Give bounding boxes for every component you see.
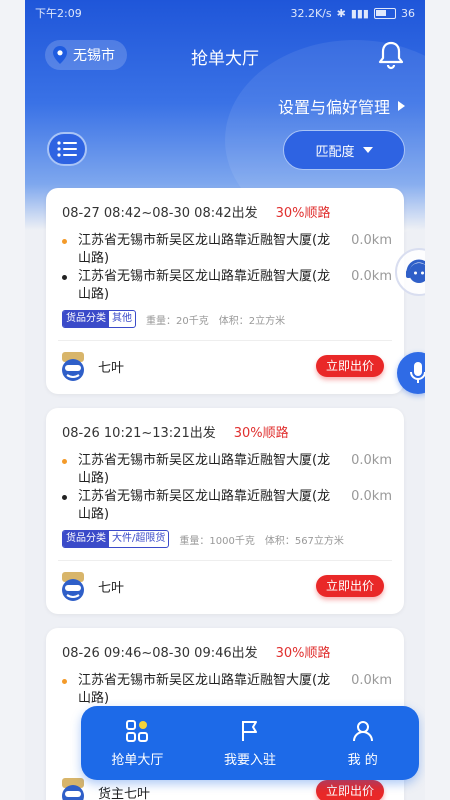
order-time-line: 08-26 10:21~13:21出发 30%顺路 xyxy=(62,422,289,441)
order-time-range: 08-26 09:46~08-30 09:46出发 xyxy=(62,646,258,661)
user-icon xyxy=(352,720,373,741)
avatar xyxy=(62,352,84,381)
owner-info: 七叶 xyxy=(58,350,124,382)
list-icon xyxy=(57,141,77,157)
order-time-range: 08-27 08:42~08-30 08:42出发 xyxy=(62,206,258,221)
dropoff-address: 江苏省无锡市新吴区龙山路靠近融智大厦(龙山路) 0.0km xyxy=(62,488,392,524)
cargo-weight: 重量：20千克 xyxy=(146,315,209,327)
status-time: 下午2:09 xyxy=(35,7,82,20)
pickup-distance: 0.0km xyxy=(351,673,392,688)
nav-label: 我 的 xyxy=(347,752,378,768)
order-card[interactable]: 08-26 10:21~13:21出发 30%顺路 江苏省无锡市新吴区龙山路靠近… xyxy=(46,408,404,614)
cargo-info: 货品分类 大件/超限货 重量：1000千克 体积：567立方米 xyxy=(62,530,344,548)
nav-label: 我要入驻 xyxy=(224,752,277,768)
pickup-address: 江苏省无锡市新吴区龙山路靠近融智大厦(龙山路) 0.0km xyxy=(62,452,392,488)
cargo-category-tag: 货品分类 其他 xyxy=(62,310,136,328)
pickup-address: 江苏省无锡市新吴区龙山路靠近融智大厦(龙山路) 0.0km xyxy=(62,232,392,268)
order-time-line: 08-27 08:42~08-30 08:42出发 30%顺路 xyxy=(62,202,331,221)
owner-name: 货主七叶 xyxy=(98,786,151,800)
battery-icon xyxy=(374,7,396,19)
cargo-info: 货品分类 其他 重量：20千克 体积：2立方米 xyxy=(62,310,285,328)
settings-link-label: 设置与偏好管理 xyxy=(277,98,390,117)
signal-icon: ▮▮▮ xyxy=(350,6,369,20)
headset-icon xyxy=(406,259,425,283)
route-match-percent: 30%顺路 xyxy=(233,426,289,441)
bluetooth-icon: ✱ xyxy=(336,6,346,20)
order-time-range: 08-26 10:21~13:21出发 xyxy=(62,426,216,441)
dropoff-distance: 0.0km xyxy=(351,489,392,504)
arrow-right-icon xyxy=(398,101,405,111)
chevron-down-icon xyxy=(362,147,373,153)
grid-icon xyxy=(126,719,149,742)
nav-profile[interactable]: 我 的 xyxy=(306,706,419,780)
pickup-dot-icon xyxy=(62,679,67,684)
list-view-button[interactable] xyxy=(47,132,87,166)
flag-icon xyxy=(242,720,257,741)
nav-grab-orders[interactable]: 抢单大厅 xyxy=(81,706,194,780)
page-title: 抢单大厅 xyxy=(191,49,259,69)
pickup-dot-icon xyxy=(62,239,67,244)
dropoff-dot-icon xyxy=(62,275,67,280)
owner-name: 七叶 xyxy=(98,360,125,376)
owner-info: 七叶 xyxy=(58,570,124,602)
bell-icon[interactable] xyxy=(377,40,405,70)
net-speed: 32.2K/s xyxy=(290,6,332,20)
bid-now-button[interactable]: 立即出价 xyxy=(316,780,384,800)
bid-now-button[interactable]: 立即出价 xyxy=(316,575,384,597)
pickup-address: 江苏省无锡市新吴区龙山路靠近融智大厦(龙山路) 0.0km xyxy=(62,672,392,708)
cargo-weight: 重量：1000千克 xyxy=(179,535,255,547)
order-time-line: 08-26 09:46~08-30 09:46出发 30%顺路 xyxy=(62,642,331,661)
divider xyxy=(58,340,392,341)
cargo-volume: 体积：2立方米 xyxy=(218,315,286,327)
order-card[interactable]: 08-27 08:42~08-30 08:42出发 30%顺路 江苏省无锡市新吴… xyxy=(46,188,404,394)
pickup-dot-icon xyxy=(62,459,67,464)
pickup-distance: 0.0km xyxy=(351,233,392,248)
owner-name: 七叶 xyxy=(98,580,125,596)
match-sort-label: 匹配度 xyxy=(315,144,355,160)
bid-now-button[interactable]: 立即出价 xyxy=(316,355,384,377)
dropoff-address: 江苏省无锡市新吴区龙山路靠近融智大厦(龙山路) 0.0km xyxy=(62,268,392,304)
cargo-volume: 体积：567立方米 xyxy=(264,535,344,547)
microphone-icon xyxy=(410,362,425,383)
status-bar: 下午2:09 32.2K/s ✱ ▮▮▮ 36 xyxy=(25,0,425,26)
app-screen: 下午2:09 32.2K/s ✱ ▮▮▮ 36 无锡市 抢单大厅 设置与偏好管理 xyxy=(25,0,425,800)
dropoff-distance: 0.0km xyxy=(351,269,392,284)
match-sort-dropdown[interactable]: 匹配度 xyxy=(283,130,405,170)
cargo-category-tag: 货品分类 大件/超限货 xyxy=(62,530,170,548)
bottom-navigation: 抢单大厅 我要入驻 我 的 xyxy=(81,706,419,780)
avatar xyxy=(62,572,84,601)
divider xyxy=(58,560,392,561)
settings-preferences-link[interactable]: 设置与偏好管理 xyxy=(278,94,405,118)
route-match-percent: 30%顺路 xyxy=(275,646,331,661)
battery-level: 36 xyxy=(401,6,415,20)
pickup-distance: 0.0km xyxy=(351,453,392,468)
nav-join[interactable]: 我要入驻 xyxy=(194,706,307,780)
nav-label: 抢单大厅 xyxy=(111,752,164,768)
dropoff-dot-icon xyxy=(62,495,67,500)
route-match-percent: 30%顺路 xyxy=(275,206,331,221)
